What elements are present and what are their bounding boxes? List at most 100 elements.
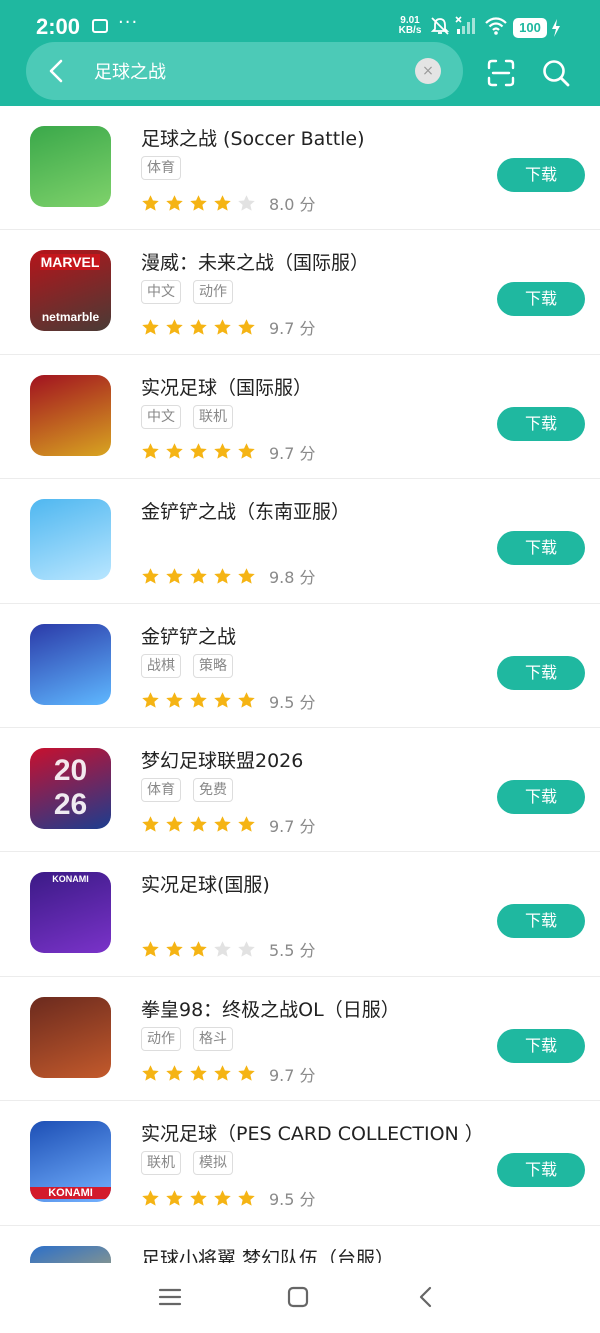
app-name[interactable]: 实况足球（PES CARD COLLECTION ） bbox=[141, 1119, 484, 1146]
star-icon bbox=[238, 319, 255, 335]
app-name[interactable]: 实况足球(国服) bbox=[141, 870, 270, 897]
download-button[interactable]: 下载 bbox=[497, 531, 585, 566]
star-icon bbox=[190, 567, 207, 584]
star-icon bbox=[166, 194, 183, 211]
star-icon bbox=[166, 1065, 183, 1081]
app-tag: 联机 bbox=[141, 1151, 181, 1176]
app-name[interactable]: 金铲铲之战 bbox=[141, 622, 236, 649]
download-button[interactable]: 下载 bbox=[497, 779, 585, 814]
app-list-item[interactable]: 20 26 梦幻足球联盟2026 体育 免费 9.7 分 下载 bbox=[0, 728, 600, 853]
icon-lettering: 26 bbox=[53, 787, 88, 821]
pes-card-icon[interactable]: KONAMI bbox=[30, 1121, 111, 1203]
download-button[interactable]: 下载 bbox=[497, 406, 585, 441]
app-tags: 中文 动作 bbox=[141, 280, 233, 305]
star-icon bbox=[142, 1065, 159, 1081]
clear-search-button[interactable]: × bbox=[415, 58, 441, 84]
star-icon bbox=[190, 319, 207, 335]
captain-tsubasa-icon[interactable] bbox=[30, 1245, 111, 1263]
back-arrow-icon[interactable] bbox=[42, 56, 72, 86]
efootball-cn-icon[interactable]: KONAMI bbox=[30, 872, 111, 954]
app-list-item[interactable]: 金铲铲之战（东南亚服） 9.8 分 下载 bbox=[0, 479, 600, 604]
system-nav-bar bbox=[0, 1263, 600, 1333]
scan-icon[interactable] bbox=[486, 58, 516, 88]
search-results-list[interactable]: 足球之战 (Soccer Battle) 体育 8.0 分下载 MARVEL netma… bbox=[0, 106, 600, 1263]
download-button[interactable]: 下载 bbox=[497, 904, 585, 939]
star-icon bbox=[142, 692, 159, 708]
app-tag: 策略 bbox=[193, 653, 233, 678]
star-icon bbox=[214, 941, 231, 957]
home-nav-icon[interactable] bbox=[286, 1285, 310, 1309]
app-tag: 模拟 bbox=[193, 1151, 233, 1176]
download-button[interactable]: 下载 bbox=[497, 655, 585, 690]
menu-nav-icon[interactable] bbox=[158, 1285, 182, 1309]
network-speed: 9.01 KB/s bbox=[398, 15, 422, 36]
app-rating: 9.7 分 bbox=[141, 315, 316, 339]
app-score: 9.7 分 bbox=[269, 443, 316, 463]
penguin-sea-icon[interactable] bbox=[30, 499, 111, 581]
app-list-item[interactable]: 实况足球（国际服） 中文 联机 9.7 分 下载 bbox=[0, 355, 600, 480]
icon-lettering: KONAMI bbox=[30, 1187, 111, 1200]
soccer-battle-icon[interactable] bbox=[30, 126, 111, 207]
app-score: 9.8 分 bbox=[269, 568, 316, 588]
back-nav-icon[interactable] bbox=[414, 1285, 438, 1309]
app-score: 9.7 分 bbox=[269, 1065, 316, 1085]
app-tags: 中文 联机 bbox=[141, 404, 233, 429]
star-icon bbox=[214, 443, 231, 459]
efootball-global-icon[interactable] bbox=[30, 374, 111, 456]
app-name[interactable]: 梦幻足球联盟2026 bbox=[141, 746, 303, 773]
star-icon bbox=[166, 816, 183, 833]
app-tag: 动作 bbox=[141, 1026, 181, 1051]
download-button[interactable]: 下载 bbox=[497, 158, 585, 192]
star-icon bbox=[214, 319, 231, 335]
icon-lettering: netmarble bbox=[41, 310, 100, 325]
search-input[interactable] bbox=[94, 56, 394, 86]
mute-icon bbox=[430, 17, 450, 35]
status-time: 2:00 bbox=[36, 14, 81, 39]
star-icon bbox=[238, 194, 255, 211]
app-score: 9.5 分 bbox=[269, 1190, 316, 1210]
app-tag: 免费 bbox=[193, 777, 233, 802]
app-list-item[interactable]: KONAMI 实况足球(国服) 5.5 分 下载 bbox=[0, 852, 600, 977]
star-icon bbox=[166, 443, 183, 459]
app-name[interactable]: 金铲铲之战（东南亚服） bbox=[141, 497, 350, 524]
top-header: 2:00 ··· 9.01 KB/s 100 足球之战 × bbox=[0, 0, 600, 106]
app-list-item[interactable]: MARVEL netmarble 漫威：未来之战（国际服） 中文 动作 9.7 分 下载 bbox=[0, 230, 600, 355]
app-rating: 9.5 分 bbox=[141, 689, 316, 713]
star-icon bbox=[190, 194, 207, 211]
app-tag: 联机 bbox=[193, 404, 233, 429]
star-icon bbox=[166, 319, 183, 335]
mail-notification-icon bbox=[92, 19, 108, 33]
star-icon bbox=[142, 941, 159, 957]
star-icon bbox=[214, 567, 231, 584]
star-icon bbox=[142, 443, 159, 459]
app-name[interactable]: 足球小将翼 梦幻队伍（台服） bbox=[141, 1244, 394, 1263]
app-list-item[interactable]: 金铲铲之战战棋 策略 9.5 分 下载 bbox=[0, 604, 600, 728]
app-tags: 战棋 策略 bbox=[141, 653, 233, 678]
marvel-future-fight-icon[interactable]: MARVEL netmarble bbox=[30, 250, 111, 332]
kof98-icon[interactable] bbox=[30, 996, 111, 1078]
search-icon[interactable] bbox=[541, 58, 571, 88]
app-score: 9.7 分 bbox=[269, 319, 316, 339]
dream-league-icon[interactable]: 20 26 bbox=[30, 747, 111, 829]
star-icon bbox=[166, 1189, 183, 1206]
star-icon bbox=[190, 941, 207, 957]
app-list-item[interactable]: 拳皇98：终极之战OL（日服） 动作 格斗 9.7 分 下载 bbox=[0, 977, 600, 1102]
app-list-item[interactable]: 足球小将翼 梦幻队伍（台服） bbox=[0, 1226, 600, 1263]
download-button[interactable]: 下载 bbox=[497, 1153, 585, 1188]
star-icon bbox=[238, 1065, 255, 1081]
app-tags: 体育 bbox=[141, 156, 181, 180]
charging-icon bbox=[552, 19, 560, 37]
penguin-cn-icon[interactable] bbox=[30, 623, 111, 705]
app-list-item[interactable]: 足球之战 (Soccer Battle) 体育 8.0 分 下载 bbox=[0, 106, 600, 231]
app-name[interactable]: 漫威：未来之战（国际服） bbox=[141, 248, 369, 275]
download-button[interactable]: 下载 bbox=[497, 1028, 585, 1063]
app-name[interactable]: 拳皇98：终极之战OL（日服） bbox=[141, 995, 400, 1022]
app-name[interactable]: 足球之战 (Soccer Battle) bbox=[141, 124, 365, 151]
app-name[interactable]: 实况足球（国际服） bbox=[141, 373, 312, 400]
app-list-item[interactable]: KONAMI 实况足球（PES CARD COLLECTION ） 联机 模拟 9.5 … bbox=[0, 1101, 600, 1226]
star-icon bbox=[214, 692, 231, 708]
app-tag: 中文 bbox=[141, 280, 181, 305]
star-icon bbox=[190, 1189, 207, 1206]
download-button[interactable]: 下载 bbox=[497, 282, 585, 317]
star-icon bbox=[142, 816, 159, 833]
